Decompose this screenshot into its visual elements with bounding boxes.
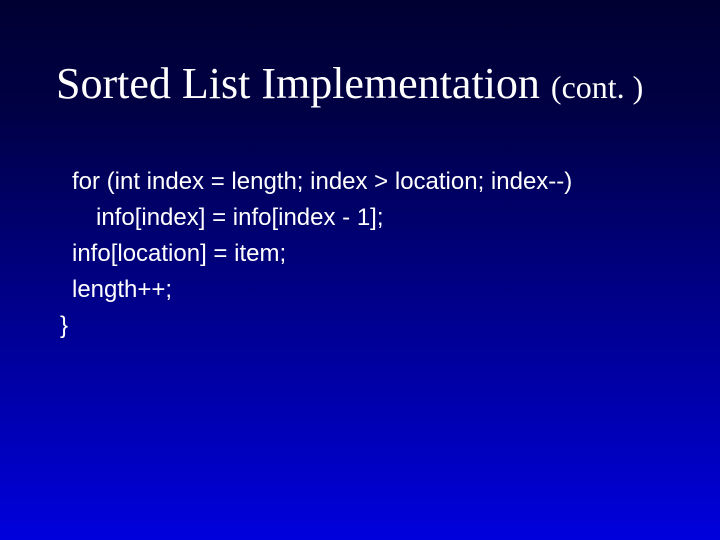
code-line-1: for (int index = length; index > locatio… (72, 164, 720, 200)
code-line-2: info[index] = info[index - 1]; (72, 200, 720, 236)
title-continuation: (cont. ) (551, 69, 643, 105)
slide: Sorted List Implementation (cont. ) for … (0, 0, 720, 540)
title-main: Sorted List Implementation (56, 59, 551, 108)
code-block: for (int index = length; index > locatio… (0, 108, 720, 344)
code-line-3: info[location] = item; (72, 236, 720, 272)
code-line-4: length++; (72, 272, 720, 308)
code-line-5: } (60, 308, 720, 344)
slide-title: Sorted List Implementation (cont. ) (0, 0, 720, 108)
